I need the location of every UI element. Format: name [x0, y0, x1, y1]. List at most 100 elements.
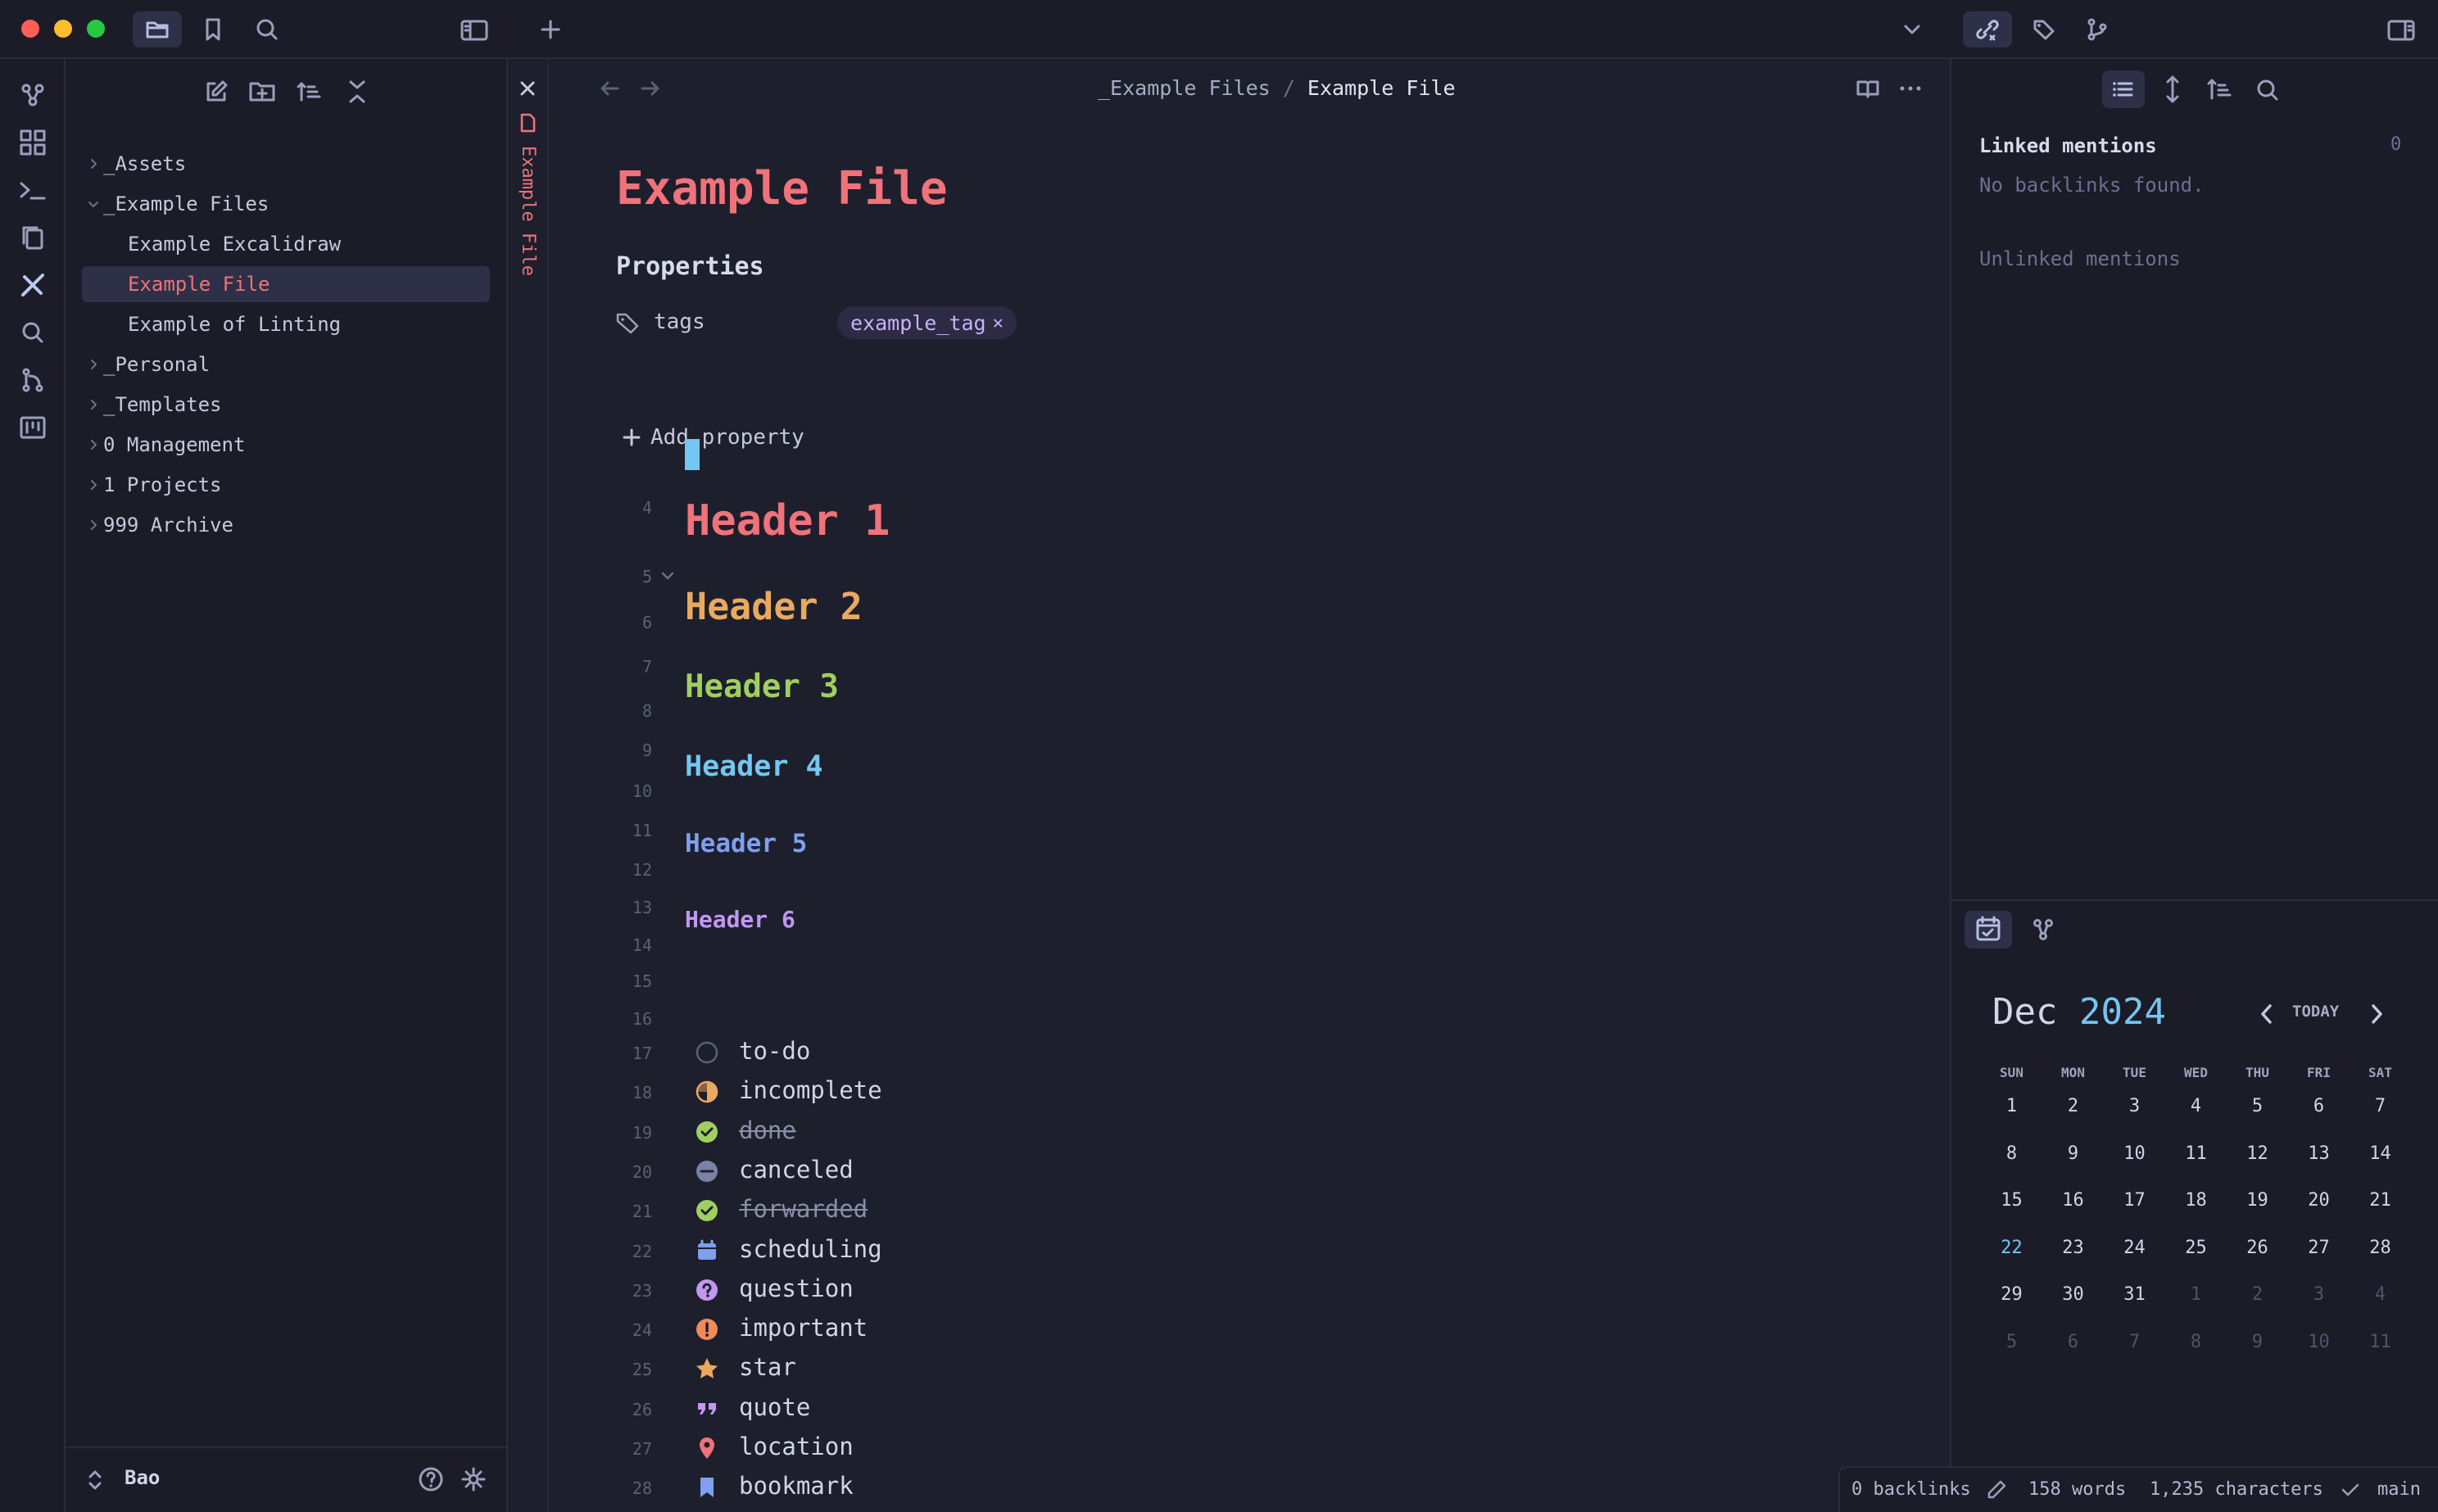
- calendar-day[interactable]: 8: [1981, 1143, 2042, 1164]
- folder-item[interactable]: 999 Archive: [82, 507, 490, 543]
- git-branch-button[interactable]: [15, 362, 51, 398]
- calendar-day[interactable]: 1: [1981, 1096, 2042, 1116]
- folder-item[interactable]: _Templates: [82, 387, 490, 423]
- breadcrumb-folder[interactable]: _Example Files: [1098, 76, 1271, 100]
- exclamation-circle-icon[interactable]: [695, 1317, 719, 1342]
- close-tab-button[interactable]: [511, 72, 544, 105]
- calendar-day[interactable]: 22: [1981, 1238, 2042, 1258]
- check-icon[interactable]: [2338, 1478, 2363, 1502]
- expand-button[interactable]: [2156, 70, 2189, 108]
- right-sidebar-toggle[interactable]: [2384, 11, 2420, 48]
- star-icon[interactable]: [695, 1356, 719, 1381]
- canvas-button[interactable]: [15, 124, 51, 161]
- empty-circle-icon[interactable]: [695, 1040, 719, 1065]
- half-circle-icon[interactable]: [695, 1080, 719, 1104]
- calendar-day[interactable]: 29: [1981, 1284, 2042, 1305]
- calendar-day[interactable]: 5: [1981, 1332, 2042, 1352]
- calendar-day[interactable]: 2: [2227, 1284, 2288, 1305]
- add-property-button[interactable]: Add property: [621, 419, 804, 455]
- calendar-day[interactable]: 7: [2104, 1332, 2165, 1352]
- kanban-button[interactable]: [15, 410, 51, 446]
- minus-circle-icon[interactable]: [695, 1159, 719, 1184]
- backlinks-tab-button[interactable]: [1963, 11, 2012, 48]
- calendar-icon[interactable]: [695, 1238, 719, 1263]
- settings-button[interactable]: [455, 1461, 492, 1497]
- calendar-day[interactable]: 8: [2165, 1332, 2227, 1352]
- file-item[interactable]: Example of Linting: [82, 306, 490, 342]
- calendar-day[interactable]: 12: [2227, 1143, 2288, 1164]
- calendar-day[interactable]: 11: [2350, 1332, 2411, 1352]
- question-circle-icon[interactable]: [695, 1278, 719, 1302]
- calendar-day[interactable]: 6: [2042, 1332, 2104, 1352]
- tab-list-button[interactable]: [1897, 11, 1927, 48]
- chevron-right-icon[interactable]: [87, 518, 100, 532]
- new-folder-button[interactable]: [244, 75, 280, 108]
- files-tab-button[interactable]: [133, 11, 182, 48]
- calendar-day[interactable]: 24: [2104, 1238, 2165, 1258]
- new-note-button[interactable]: [198, 75, 234, 108]
- calendar-day[interactable]: 27: [2288, 1238, 2350, 1258]
- fold-chevron-icon[interactable]: [659, 567, 677, 585]
- calendar-day[interactable]: 23: [2042, 1238, 2104, 1258]
- search-tab-button[interactable]: [251, 11, 283, 48]
- pencil-icon[interactable]: [1984, 1478, 2009, 1502]
- folder-item[interactable]: 1 Projects: [82, 467, 490, 503]
- graph-view-button[interactable]: [15, 77, 51, 113]
- next-month-button[interactable]: [2364, 999, 2389, 1029]
- graph-tab-button[interactable]: [2025, 911, 2061, 948]
- new-tab-button[interactable]: [534, 11, 567, 48]
- calendar-day[interactable]: 31: [2104, 1284, 2165, 1305]
- tag-pill[interactable]: example_tag ✕: [837, 306, 1017, 339]
- calendar-day[interactable]: 28: [2350, 1238, 2411, 1258]
- tags-tab-button[interactable]: [2027, 11, 2060, 48]
- file-item[interactable]: Example File: [82, 266, 490, 302]
- sort-backlinks-button[interactable]: [2202, 70, 2238, 108]
- calendar-day[interactable]: 3: [2288, 1284, 2350, 1305]
- calendar-tab-button[interactable]: [1964, 911, 2012, 948]
- folder-item[interactable]: _Assets: [82, 146, 490, 182]
- calendar-day[interactable]: 6: [2288, 1096, 2350, 1116]
- calendar-day[interactable]: 26: [2227, 1238, 2288, 1258]
- bookmark-icon[interactable]: [695, 1475, 719, 1500]
- minimize-window-button[interactable]: [54, 20, 72, 38]
- chevron-right-icon[interactable]: [87, 157, 100, 170]
- search-backlinks-button[interactable]: [2250, 70, 2286, 108]
- calendar-day[interactable]: 30: [2042, 1284, 2104, 1305]
- close-window-button[interactable]: [21, 20, 39, 38]
- forward-button[interactable]: [636, 72, 665, 105]
- excalidraw-button[interactable]: [15, 267, 51, 303]
- search-button[interactable]: [15, 315, 51, 351]
- help-button[interactable]: [413, 1461, 449, 1497]
- sort-button[interactable]: [292, 75, 328, 108]
- chevron-down-icon[interactable]: [87, 197, 100, 211]
- calendar-day[interactable]: 5: [2227, 1096, 2288, 1116]
- chevron-right-icon[interactable]: [87, 358, 100, 371]
- calendar-day[interactable]: 21: [2350, 1190, 2411, 1211]
- back-button[interactable]: [595, 72, 624, 105]
- calendar-day[interactable]: 15: [1981, 1190, 2042, 1211]
- bookmarks-tab-button[interactable]: [197, 11, 229, 48]
- linked-mentions-title[interactable]: Linked mentions: [1979, 134, 2157, 157]
- backlinks-count[interactable]: 0 backlinks: [1851, 1479, 1971, 1500]
- note-title[interactable]: Example File: [616, 162, 948, 215]
- calendar-day[interactable]: 17: [2104, 1190, 2165, 1211]
- show-as-list-button[interactable]: [2102, 70, 2145, 108]
- calendar-day[interactable]: 1: [2165, 1284, 2227, 1305]
- remove-tag-icon[interactable]: ✕: [993, 313, 1004, 333]
- folder-item[interactable]: _Personal: [82, 346, 490, 383]
- calendar-day[interactable]: 3: [2104, 1096, 2165, 1116]
- calendar-day[interactable]: 18: [2165, 1190, 2227, 1211]
- calendar-day[interactable]: 13: [2288, 1143, 2350, 1164]
- calendar-day[interactable]: 19: [2227, 1190, 2288, 1211]
- previous-month-button[interactable]: [2254, 999, 2279, 1029]
- location-pin-icon[interactable]: [695, 1436, 719, 1460]
- breadcrumb-file[interactable]: Example File: [1307, 76, 1456, 100]
- git-branch-name[interactable]: main: [2377, 1479, 2421, 1500]
- git-tab-button[interactable]: [2081, 11, 2114, 48]
- folder-item[interactable]: 0 Management: [82, 427, 490, 463]
- calendar-day[interactable]: 9: [2227, 1332, 2288, 1352]
- calendar-day[interactable]: 7: [2350, 1096, 2411, 1116]
- left-sidebar-toggle[interactable]: [455, 11, 492, 48]
- calendar-day[interactable]: 10: [2104, 1143, 2165, 1164]
- calendar-day[interactable]: 20: [2288, 1190, 2350, 1211]
